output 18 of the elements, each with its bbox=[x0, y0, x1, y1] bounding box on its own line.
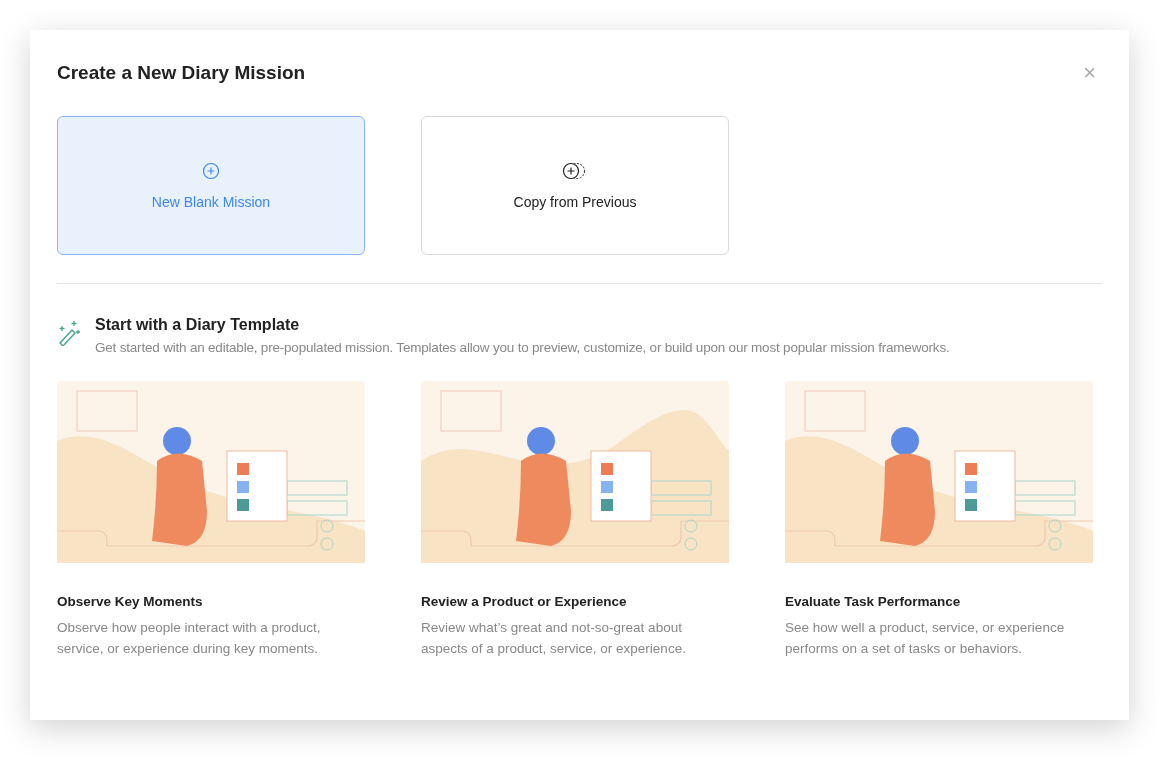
template-illustration[interactable] bbox=[57, 381, 365, 563]
section-heading: Start with a Diary Template bbox=[95, 316, 301, 334]
template-description: Observe how people interact with a product, service, or experience during key moments. bbox=[57, 619, 322, 658]
magic-wand-icon bbox=[57, 318, 81, 346]
section-description: Get started with an editable, pre-populated mission. Templates allow you to preview, customize, or build upon our most popular mission frameworks. bbox=[95, 340, 950, 355]
copy-plus-icon bbox=[562, 161, 588, 180]
template-title: Review a Product or Experience bbox=[421, 594, 628, 609]
plus-circle-icon bbox=[202, 161, 220, 180]
close-button[interactable]: × bbox=[1079, 60, 1100, 86]
mission-option-card[interactable]: New Blank Mission bbox=[57, 116, 365, 255]
template-description: See how well a product, service, or experience performs on a set of tasks or behaviors. bbox=[785, 619, 1066, 658]
template-title: Evaluate Task Performance bbox=[785, 594, 962, 609]
template-title: Observe Key Moments bbox=[57, 594, 204, 609]
mission-option-card[interactable]: Copy from Previous bbox=[421, 116, 729, 255]
template-illustration[interactable] bbox=[785, 381, 1093, 563]
template-description: Review what’s great and not-so-great about aspects of a product, service, or experience. bbox=[421, 619, 687, 658]
template-illustration[interactable] bbox=[421, 381, 729, 563]
dialog-title: Create a New Diary Mission bbox=[57, 62, 306, 84]
